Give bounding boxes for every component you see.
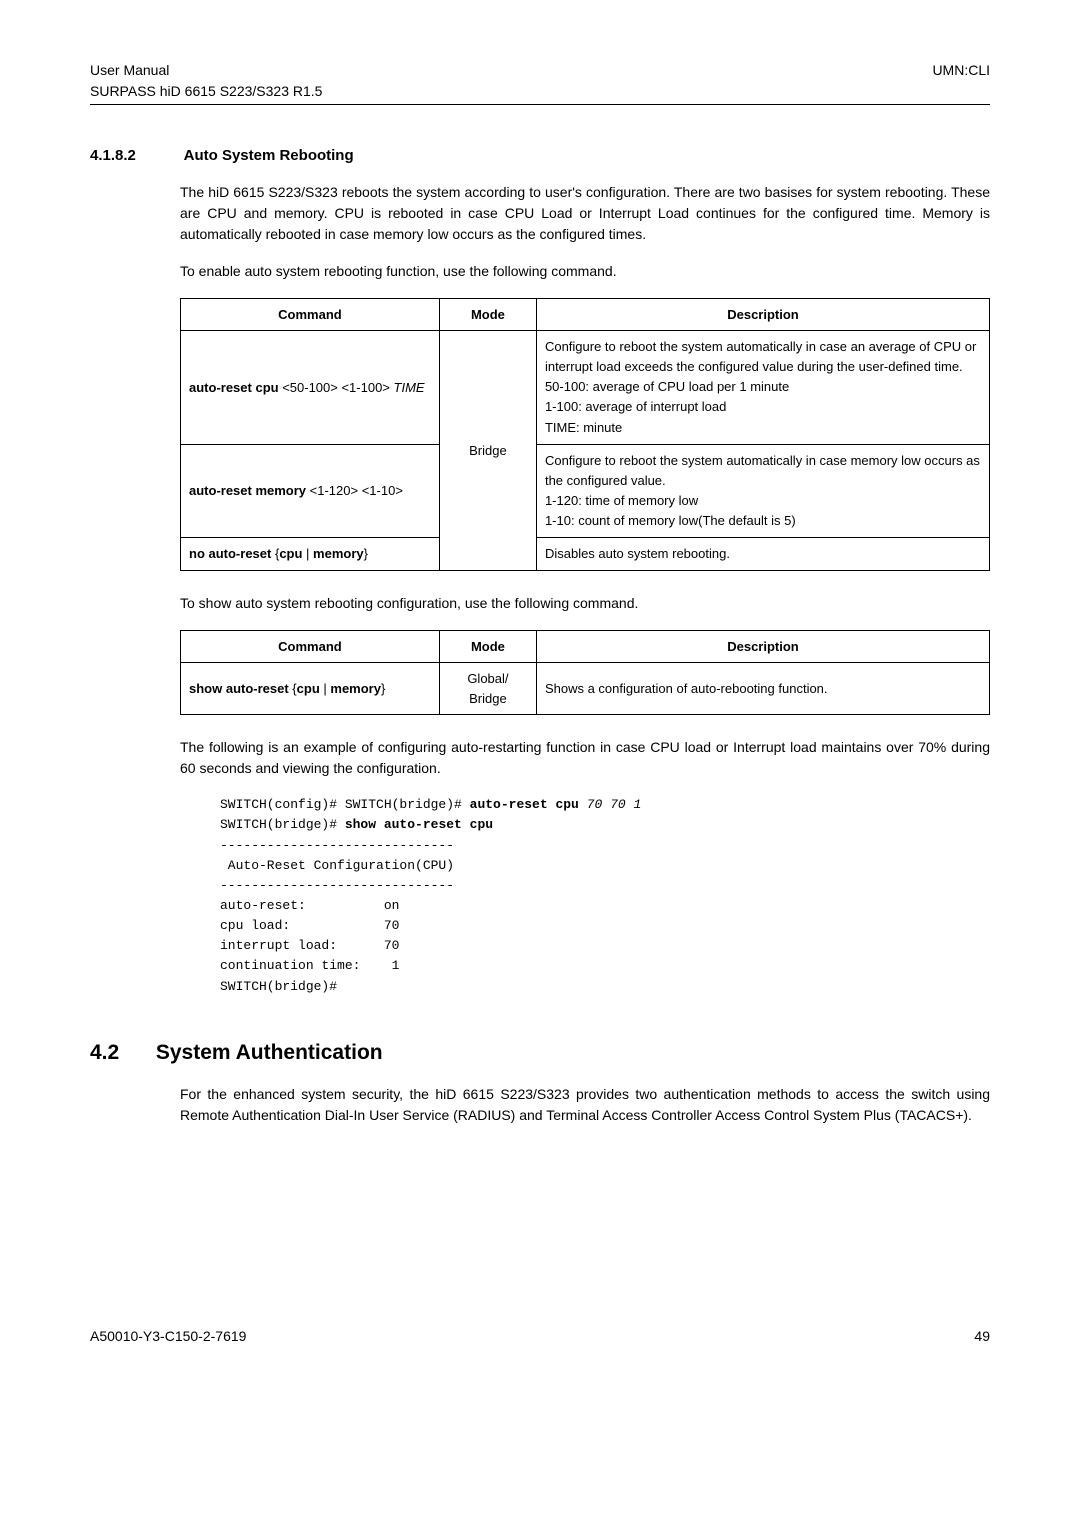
th-description: Description xyxy=(536,298,989,331)
desc-line: Configure to reboot the system automatic… xyxy=(545,451,981,491)
cmd-plain: <50-100> <1-100> xyxy=(279,380,394,395)
cmd-bold: cpu xyxy=(279,546,302,561)
table-row: auto-reset cpu <50-100> <1-100> TIME Bri… xyxy=(181,331,990,445)
section-number: 4.2 xyxy=(90,1037,150,1069)
command-table-1: Command Mode Description auto-reset cpu … xyxy=(180,298,990,571)
desc-cell: Disables auto system rebooting. xyxy=(536,538,989,571)
header-right: UMN:CLI xyxy=(932,60,990,102)
desc-line: 1-120: time of memory low xyxy=(545,491,981,511)
header-left: User Manual SURPASS hiD 6615 S223/S323 R… xyxy=(90,60,322,102)
code-text: SWITCH(bridge)# xyxy=(220,979,337,994)
footer-right: 49 xyxy=(974,1326,990,1347)
code-text: continuation time: 1 xyxy=(220,958,399,973)
cmd-bold: memory xyxy=(313,546,364,561)
mode-cell: Global/ Bridge xyxy=(439,663,536,715)
code-text: SWITCH(config)# SWITCH(bridge)# xyxy=(220,797,470,812)
desc-line: Configure to reboot the system automatic… xyxy=(545,337,981,377)
command-table-2: Command Mode Description show auto-reset… xyxy=(180,630,990,716)
cmd-plain: | xyxy=(302,546,313,561)
code-bold: show auto-reset cpu xyxy=(345,817,493,832)
section-heading: 4.2 System Authentication xyxy=(90,1037,990,1069)
th-mode: Mode xyxy=(439,298,536,331)
code-text: Auto-Reset Configuration(CPU) xyxy=(220,858,454,873)
para: To enable auto system rebooting function… xyxy=(180,261,990,282)
cmd-cell: auto-reset memory <1-120> <1-10> xyxy=(181,444,440,538)
code-block: SWITCH(config)# SWITCH(bridge)# auto-res… xyxy=(220,795,990,996)
mode-cell: Bridge xyxy=(439,331,536,571)
table-row: no auto-reset {cpu | memory} Disables au… xyxy=(181,538,990,571)
cmd-plain: } xyxy=(364,546,368,561)
para: To show auto system rebooting configurat… xyxy=(180,593,990,614)
th-description: Description xyxy=(536,630,989,663)
table-row: auto-reset memory <1-120> <1-10> Configu… xyxy=(181,444,990,538)
desc-line: TIME: minute xyxy=(545,418,981,438)
manual-title: User Manual xyxy=(90,60,322,81)
section-title: System Authentication xyxy=(156,1041,383,1064)
para: The hiD 6615 S223/S323 reboots the syste… xyxy=(180,182,990,245)
cmd-bold: cpu xyxy=(297,681,320,696)
desc-cell: Configure to reboot the system automatic… xyxy=(536,444,989,538)
code-text: SWITCH(bridge)# xyxy=(220,817,345,832)
cmd-cell: auto-reset cpu <50-100> <1-100> TIME xyxy=(181,331,440,445)
code-bold: auto-reset cpu xyxy=(470,797,579,812)
th-mode: Mode xyxy=(439,630,536,663)
code-text: cpu load: 70 xyxy=(220,918,399,933)
product-line: SURPASS hiD 6615 S223/S323 R1.5 xyxy=(90,81,322,102)
cmd-bold: show auto-reset xyxy=(189,681,289,696)
section-heading: 4.1.8.2 Auto System Rebooting xyxy=(90,145,990,168)
cmd-ital: TIME xyxy=(394,380,425,395)
para: The following is an example of configuri… xyxy=(180,737,990,779)
cmd-plain: } xyxy=(381,681,385,696)
section-number: 4.1.8.2 xyxy=(90,145,180,168)
code-text: ------------------------------ xyxy=(220,838,454,853)
code-text: interrupt load: 70 xyxy=(220,938,399,953)
cmd-plain: | xyxy=(320,681,331,696)
page-footer: A50010-Y3-C150-2-7619 49 xyxy=(90,1326,990,1347)
cmd-cell: no auto-reset {cpu | memory} xyxy=(181,538,440,571)
code-text: auto-reset: on xyxy=(220,898,399,913)
cmd-bold: no auto-reset xyxy=(189,546,271,561)
section-title: Auto System Rebooting xyxy=(184,147,354,164)
cmd-bold: auto-reset cpu xyxy=(189,380,279,395)
desc-cell: Shows a configuration of auto-rebooting … xyxy=(536,663,989,715)
cmd-plain: <1-120> <1-10> xyxy=(306,483,403,498)
desc-line: 50-100: average of CPU load per 1 minute xyxy=(545,377,981,397)
th-command: Command xyxy=(181,298,440,331)
code-text: ------------------------------ xyxy=(220,878,454,893)
desc-line: 1-100: average of interrupt load xyxy=(545,397,981,417)
cmd-bold: memory xyxy=(330,681,381,696)
footer-left: A50010-Y3-C150-2-7619 xyxy=(90,1326,246,1347)
desc-cell: Configure to reboot the system automatic… xyxy=(536,331,989,445)
code-ital: 70 70 1 xyxy=(579,797,641,812)
cmd-bold: auto-reset memory xyxy=(189,483,306,498)
desc-line: 1-10: count of memory low(The default is… xyxy=(545,511,981,531)
page-header: User Manual SURPASS hiD 6615 S223/S323 R… xyxy=(90,60,990,105)
cmd-cell: show auto-reset {cpu | memory} xyxy=(181,663,440,715)
para: For the enhanced system security, the hi… xyxy=(180,1084,990,1126)
table-row: show auto-reset {cpu | memory} Global/ B… xyxy=(181,663,990,715)
cmd-plain: { xyxy=(289,681,297,696)
th-command: Command xyxy=(181,630,440,663)
